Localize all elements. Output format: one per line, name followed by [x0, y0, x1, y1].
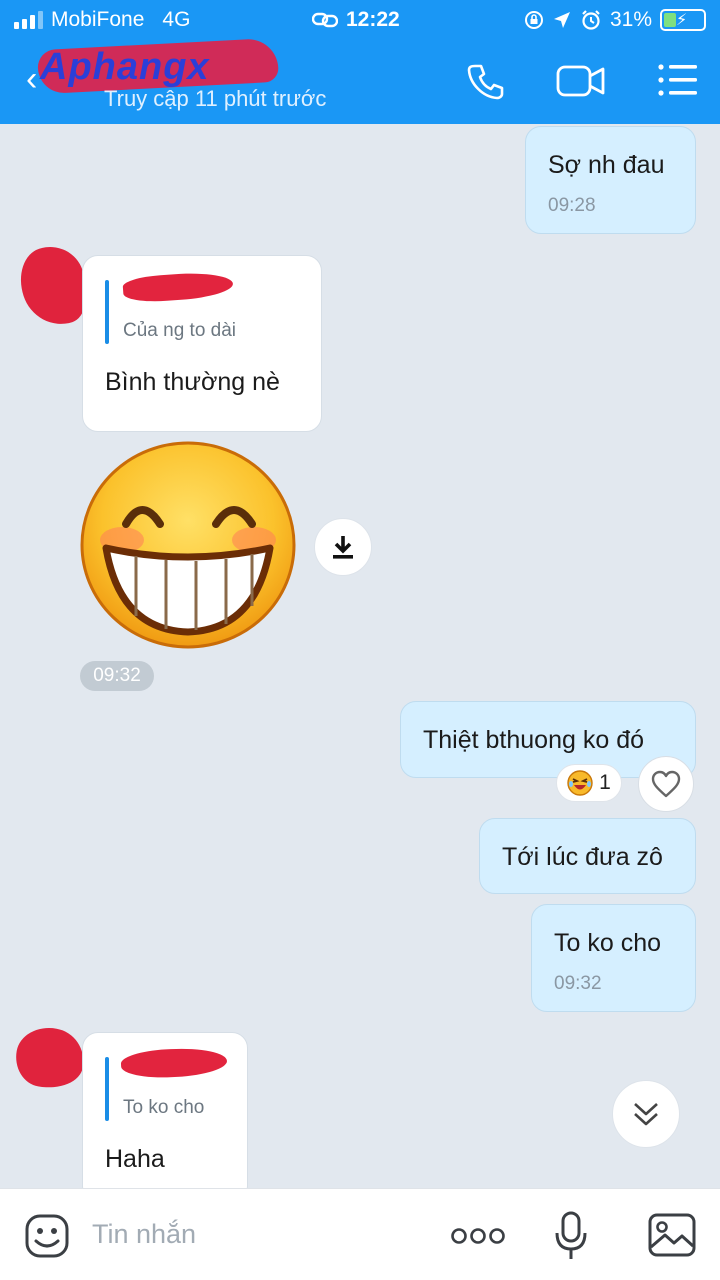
redacted-name: [120, 1046, 228, 1080]
outgoing-message[interactable]: Tới lúc đưa zô: [479, 818, 696, 894]
message-text: Bình thường nè: [105, 368, 280, 396]
back-icon[interactable]: ‹: [26, 60, 37, 99]
react-button[interactable]: [638, 756, 694, 812]
download-icon: [333, 536, 353, 559]
reaction-count: 1: [599, 771, 611, 794]
message-input[interactable]: Tin nhắn: [92, 1219, 196, 1250]
more-icon[interactable]: [450, 1227, 506, 1245]
quote-bar: [105, 280, 109, 344]
outgoing-message[interactable]: Sợ nh đau 09:28: [525, 126, 696, 234]
quoted-text: To ko cho: [123, 1097, 205, 1118]
menu-icon[interactable]: [658, 62, 698, 98]
image-icon[interactable]: [648, 1213, 696, 1257]
outgoing-message[interactable]: To ko cho 09:32: [531, 904, 696, 1012]
video-call-icon[interactable]: [556, 62, 606, 100]
double-chevron-down-icon: [634, 1103, 658, 1126]
message-time: 09:32: [554, 973, 602, 994]
last-seen-text: Truy cập 11 phút trước: [104, 86, 327, 111]
incoming-reply-message[interactable]: To ko cho Haha: [82, 1032, 248, 1202]
microphone-icon[interactable]: [555, 1211, 587, 1261]
message-text: Tới lúc đưa zô: [502, 843, 663, 871]
status-bar: MobiFone 4G 12:22 31% ⚡: [0, 0, 720, 40]
clock: 12:22: [346, 8, 400, 31]
message-time: 09:28: [548, 195, 596, 216]
download-button[interactable]: [314, 518, 372, 576]
logo-text: Aphangx: [40, 46, 210, 88]
laughing-emoji-icon: [567, 770, 593, 796]
link-icon: [312, 12, 338, 28]
sticker-time: 09:32: [80, 661, 154, 691]
message-input-bar: Tin nhắn: [0, 1188, 720, 1280]
location-icon: [553, 12, 570, 28]
avatar[interactable]: [11, 1022, 89, 1094]
carrier-name: MobiFone: [51, 8, 145, 31]
reaction-summary[interactable]: 1: [556, 764, 622, 802]
quote-bar: [105, 1057, 109, 1121]
redacted-name: [122, 270, 234, 304]
battery-percent: 31%: [609, 8, 652, 31]
sticker-icon[interactable]: [24, 1213, 70, 1259]
screen-lock-icon: [524, 11, 543, 29]
message-text: Haha: [105, 1145, 165, 1173]
quoted-text: Của ng to dài: [123, 320, 237, 341]
alarm-icon: [582, 10, 600, 30]
battery-icon: ⚡: [660, 9, 706, 31]
message-text: Thiệt bthuong ko đó: [423, 726, 644, 754]
message-text: To ko cho: [554, 929, 662, 957]
heart-icon: [651, 770, 681, 798]
chat-header: Aphangx ‹ Truy cập 11 phút trước: [0, 37, 720, 124]
scroll-to-bottom-button[interactable]: [612, 1080, 680, 1148]
network-type: 4G: [162, 8, 191, 31]
grinning-face-sticker[interactable]: [80, 440, 296, 650]
phone-icon[interactable]: [466, 62, 504, 100]
message-text: Sợ nh đau: [548, 151, 665, 179]
signal-icon: [14, 11, 43, 29]
incoming-reply-message[interactable]: Của ng to dài Bình thường nè: [82, 255, 322, 432]
